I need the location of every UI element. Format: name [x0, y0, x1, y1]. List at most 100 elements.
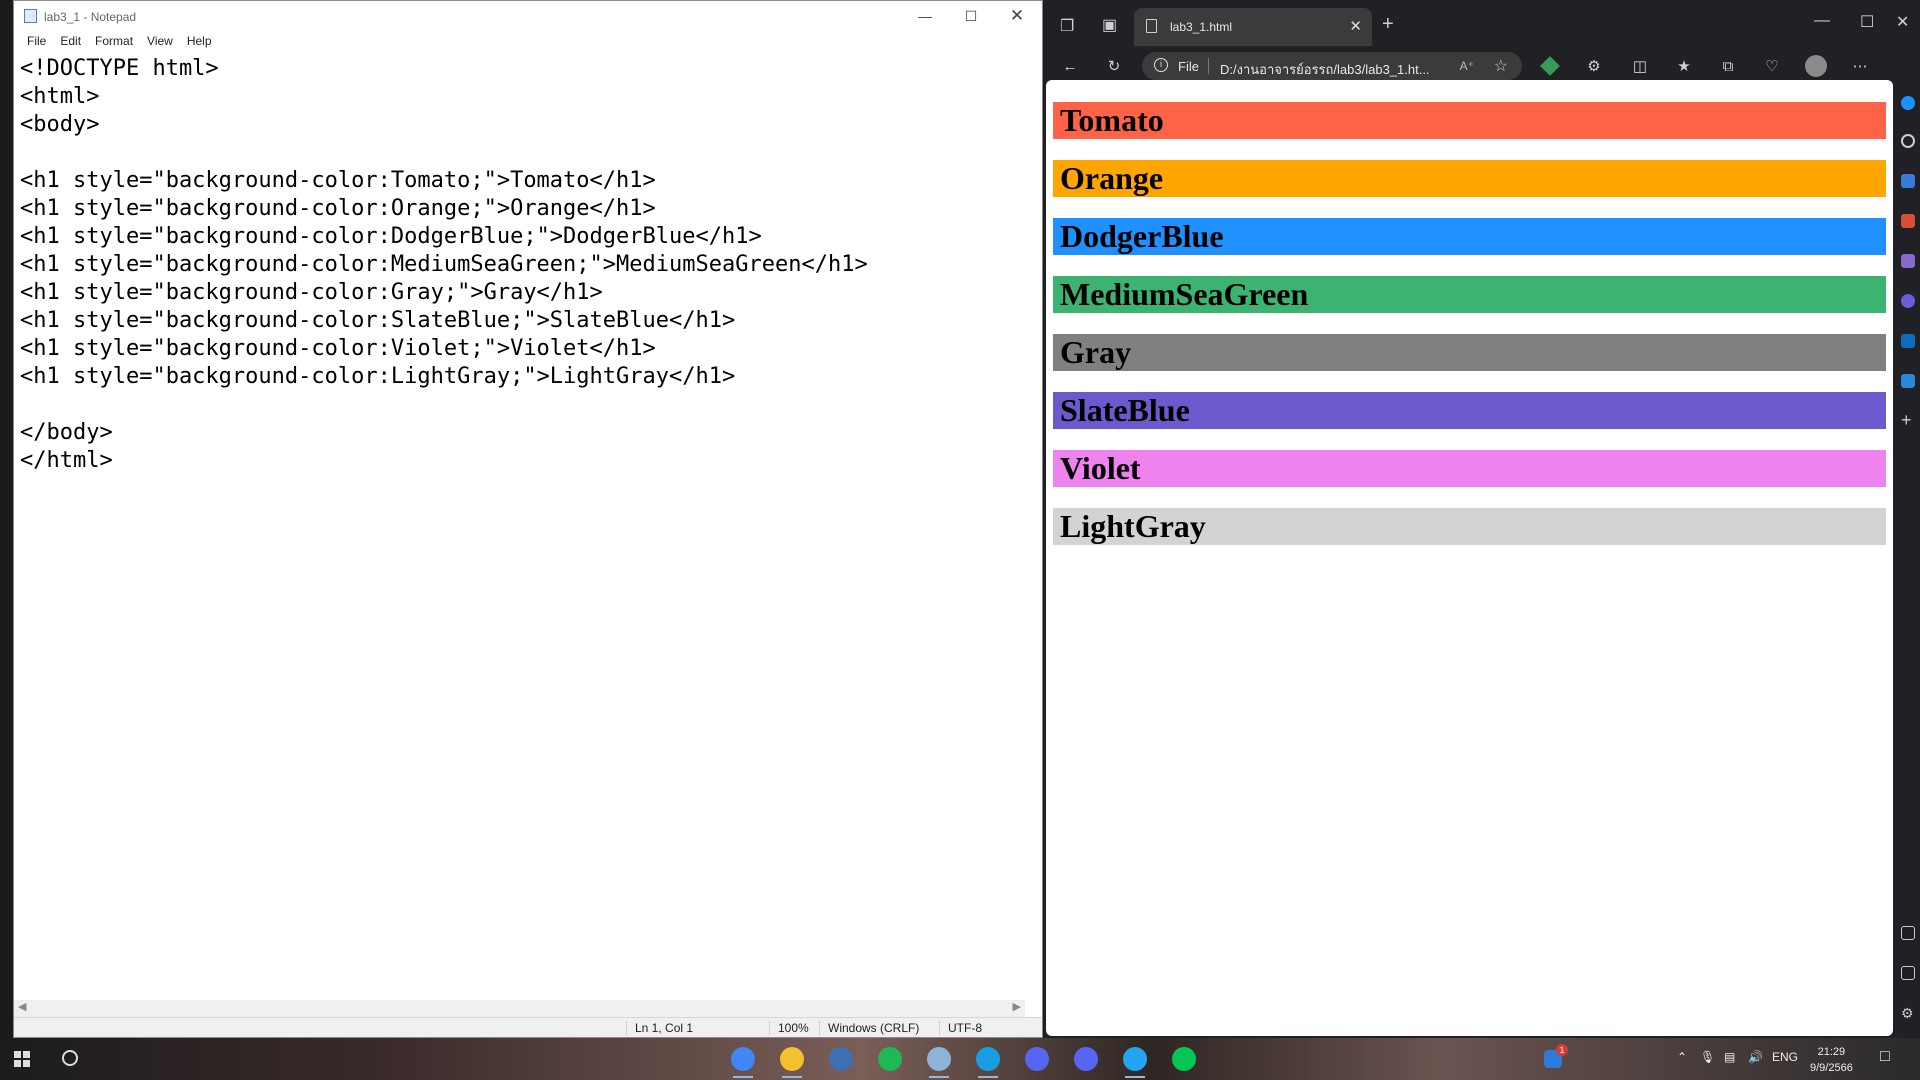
menu-file[interactable]: File [20, 34, 53, 48]
clock-time: 21:29 [1817, 1046, 1846, 1058]
file-explorer-icon[interactable] [776, 1043, 808, 1078]
notification-app-icon[interactable]: 1 [1544, 1044, 1568, 1071]
action-center-icon[interactable]: □ [1880, 1048, 1890, 1066]
send-icon[interactable] [1901, 374, 1915, 388]
vscode-icon-glyph [1123, 1047, 1147, 1071]
add-icon[interactable]: + [1901, 411, 1915, 429]
heading-lightgray: LightGray [1053, 508, 1886, 545]
minimize-button[interactable]: — [1814, 12, 1830, 30]
microphone-icon[interactable]: 🎙 [1700, 1050, 1715, 1064]
tab-actions-icon[interactable]: ▣ [1102, 15, 1117, 35]
notepad-text-area[interactable]: <!DOCTYPE html> <html> <body> <h1 style=… [14, 51, 1042, 997]
back-icon[interactable]: ← [1054, 52, 1086, 80]
search-icon[interactable] [62, 1050, 78, 1066]
spotify-icon-glyph [878, 1047, 902, 1071]
new-tab-icon[interactable]: + [1382, 13, 1394, 36]
discord-icon[interactable] [1021, 1043, 1053, 1075]
heading-dodgerblue: DodgerBlue [1053, 218, 1886, 255]
running-indicator [978, 1076, 998, 1078]
browser-essentials-icon[interactable]: ♡ [1756, 52, 1788, 80]
info-icon[interactable]: i [1154, 58, 1168, 72]
taskbar-clock[interactable]: 21:29 9/9/2566 [1810, 1044, 1853, 1076]
extensions-icon[interactable]: ⚙ [1578, 52, 1610, 80]
heading-slateblue: SlateBlue [1053, 392, 1886, 429]
notepad-icon-glyph [927, 1047, 951, 1071]
status-zoom: 100% [769, 1021, 809, 1035]
tab-title: lab3_1.html [1170, 20, 1233, 34]
toolbar: ← ↻ i File D:/งานอาจารย์อรรถ/lab3/lab3_1… [1044, 50, 1920, 82]
maximize-button[interactable]: ☐ [1860, 12, 1874, 32]
running-indicator [1125, 1076, 1145, 1078]
minimize-button[interactable]: — [902, 1, 948, 31]
volume-icon[interactable]: 🔊 [1748, 1050, 1763, 1064]
status-line-endings: Windows (CRLF) [819, 1021, 919, 1035]
tools-icon[interactable] [1901, 214, 1915, 228]
collections-icon[interactable]: ⧉ [1712, 52, 1744, 80]
sidebar-toggle-icon[interactable] [1901, 926, 1915, 940]
line-icon[interactable] [1168, 1043, 1200, 1075]
address-bar[interactable]: i File D:/งานอาจารย์อรรถ/lab3/lab3_1.ht.… [1142, 52, 1522, 80]
windows-start-icon[interactable] [14, 1051, 30, 1067]
language-indicator[interactable]: ENG [1772, 1050, 1798, 1064]
maximize-button[interactable]: ☐ [948, 1, 994, 31]
document-icon [1146, 19, 1157, 33]
outlook-icon[interactable] [1901, 334, 1915, 348]
discord-icon[interactable] [1070, 1043, 1102, 1075]
vertical-scrollbar[interactable] [1025, 51, 1042, 997]
taskbar: 1 ⌃ 🎙 ▤ 🔊 ENG 21:29 9/9/2566 □ [0, 1038, 1920, 1080]
clock-date: 9/9/2566 [1810, 1062, 1853, 1074]
search-icon[interactable] [1901, 134, 1915, 148]
favorites-icon[interactable]: ★ [1668, 52, 1700, 80]
external-link-icon[interactable] [1901, 966, 1915, 980]
scroll-right-icon[interactable]: ▶ [1013, 1000, 1021, 1013]
more-menu-icon[interactable]: ⋯ [1844, 52, 1876, 80]
extension-icon[interactable] [1534, 52, 1566, 80]
running-indicator [733, 1076, 753, 1078]
notepad-window: lab3_1 - Notepad — ☐ ✕ File Edit Format … [13, 0, 1043, 1038]
calculator-icon[interactable] [825, 1043, 857, 1075]
shopping-icon[interactable] [1901, 174, 1915, 188]
profile-avatar[interactable] [1800, 52, 1832, 80]
favorite-star-icon[interactable]: ☆ [1494, 56, 1508, 76]
discord-icon-glyph [1074, 1047, 1098, 1071]
notepad-content[interactable]: <!DOCTYPE html> <html> <body> <h1 style=… [20, 55, 1036, 475]
bing-chat-icon[interactable] [1901, 96, 1915, 110]
vscode-icon[interactable] [1119, 1043, 1151, 1078]
close-button[interactable]: ✕ [994, 1, 1040, 31]
notepad-titlebar[interactable]: lab3_1 - Notepad — ☐ ✕ [14, 1, 1042, 31]
notepad-status-bar: Ln 1, Col 1 100% Windows (CRLF) UTF-8 [14, 1017, 1042, 1037]
games-icon[interactable] [1901, 254, 1915, 268]
calculator-icon-glyph [829, 1047, 853, 1071]
horizontal-scrollbar[interactable]: ◀ ▶ [14, 1000, 1025, 1017]
spotify-icon[interactable] [874, 1043, 906, 1075]
heading-tomato: Tomato [1053, 102, 1886, 139]
workspaces-icon[interactable]: ❐ [1060, 16, 1074, 36]
split-screen-icon[interactable]: ◫ [1624, 52, 1656, 80]
close-button[interactable]: ✕ [1896, 12, 1909, 32]
address-scheme-label: File [1178, 59, 1199, 74]
menu-edit[interactable]: Edit [53, 34, 88, 48]
menu-view[interactable]: View [140, 34, 180, 48]
menu-format[interactable]: Format [88, 34, 140, 48]
address-url[interactable]: D:/งานอาจารย์อรรถ/lab3/lab3_1.ht... [1220, 59, 1450, 80]
edge-icon-glyph [976, 1047, 1000, 1071]
heading-orange: Orange [1053, 160, 1886, 197]
scroll-left-icon[interactable]: ◀ [18, 1000, 26, 1013]
menu-help[interactable]: Help [180, 34, 219, 48]
chrome-icon-glyph [731, 1047, 755, 1071]
notification-badge: 1 [1556, 1044, 1568, 1056]
settings-gear-icon[interactable]: ⚙ [1901, 1006, 1915, 1020]
notepad-icon[interactable] [923, 1043, 955, 1078]
line-icon-glyph [1172, 1047, 1196, 1071]
tab-lab3-1[interactable]: lab3_1.html ✕ [1134, 8, 1372, 46]
running-indicator [782, 1076, 802, 1078]
refresh-icon[interactable]: ↻ [1098, 52, 1130, 80]
office-icon[interactable] [1901, 294, 1915, 308]
chrome-icon[interactable] [727, 1043, 759, 1078]
read-aloud-icon[interactable]: A⁺ [1460, 59, 1474, 73]
show-hidden-icons-icon[interactable]: ⌃ [1677, 1050, 1687, 1064]
edge-icon[interactable] [972, 1043, 1004, 1078]
network-icon[interactable]: ▤ [1724, 1050, 1735, 1064]
close-tab-icon[interactable]: ✕ [1349, 17, 1362, 35]
edge-sidebar: + ⚙ [1894, 50, 1920, 1038]
